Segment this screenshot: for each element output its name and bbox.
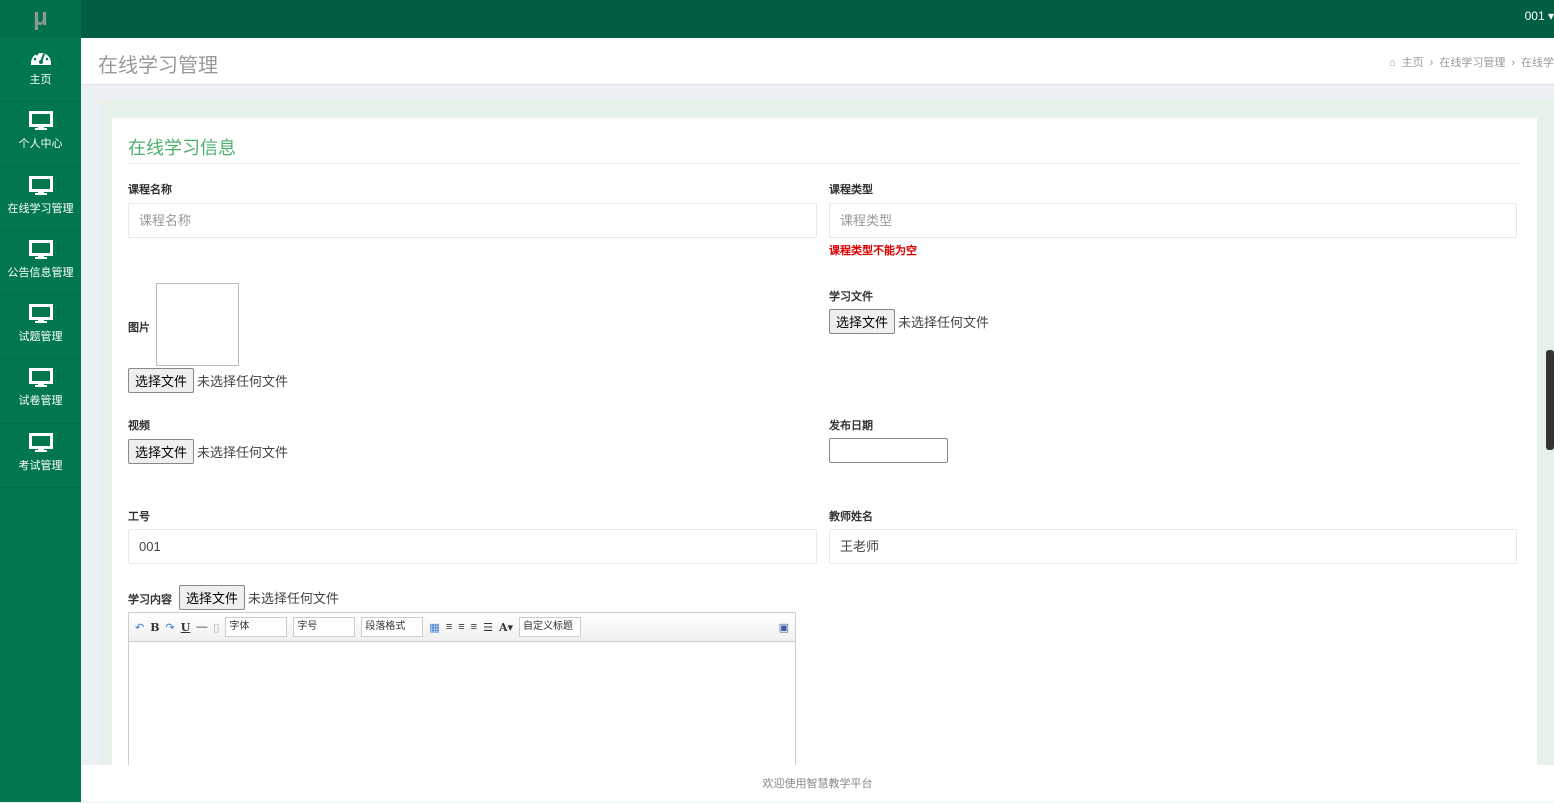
course-type-label: 课程类型 (829, 184, 873, 196)
job-no-input[interactable]: 001 (128, 529, 817, 564)
image-preview (156, 283, 239, 366)
horizontal-rule-icon[interactable]: — (196, 621, 207, 633)
form-title: 在线学习信息 (128, 138, 236, 158)
no-file-text: 未选择任何文件 (197, 374, 289, 389)
editor-toolbar: ↶ B ↷ U — ▯ 字体 字号 段落格式 ▦ ≡ ≡ ≡ ☰ A▾ 自定义标… (129, 613, 795, 642)
bold-icon[interactable]: B (150, 621, 159, 634)
sidebar-item-label: 考试管理 (18, 459, 63, 472)
monitor-icon (28, 175, 53, 195)
monitor-icon (28, 432, 53, 452)
choose-file-button[interactable]: 选择文件 (829, 309, 896, 334)
font-select[interactable]: 字体 (225, 617, 288, 637)
sidebar-item-online-learning[interactable]: 在线学习管理 (0, 167, 81, 231)
align-center-icon[interactable]: ≡ (471, 621, 477, 633)
sidebar-item-label: 主页 (29, 74, 52, 86)
publish-date-label: 发布日期 (829, 420, 873, 432)
top-bar: μ 001 ▾ (0, 0, 1554, 38)
monitor-icon (28, 304, 53, 324)
user-menu[interactable]: 001 ▾ (1525, 9, 1554, 23)
job-no-label: 工号 (128, 511, 150, 523)
sidebar-item-papers[interactable]: 试卷管理 (0, 359, 81, 424)
scrollbar[interactable] (1546, 350, 1554, 450)
breadcrumb-module[interactable]: 在线学习管理 (1439, 57, 1505, 69)
page-icon[interactable]: ▯ (213, 621, 219, 634)
footer: 欢迎使用智慧教学平台 (81, 765, 1554, 802)
justify-icon[interactable]: ☰ (483, 621, 493, 634)
form-card: 在线学习信息 课程名称 课程名称 课程类型 课程类型 课程类型不能为空 图片 选… (112, 118, 1537, 782)
course-name-label: 课程名称 (128, 184, 172, 196)
logo: μ (0, 0, 81, 38)
monitor-icon (28, 111, 53, 131)
monitor-icon (28, 239, 53, 259)
align-right-icon[interactable]: ≡ (458, 621, 464, 633)
image-file-input[interactable]: 选择文件 未选择任何文件 (128, 368, 288, 393)
image-label: 图片 (128, 322, 150, 334)
sidebar-item-notice[interactable]: 公告信息管理 (0, 231, 81, 296)
publish-date-input[interactable] (829, 438, 948, 463)
teacher-input[interactable]: 王老师 (829, 529, 1517, 564)
teacher-label: 教师姓名 (829, 511, 873, 523)
fullscreen-icon[interactable]: ▣ (779, 621, 789, 634)
paragraph-select[interactable]: 段落格式 (361, 617, 424, 637)
content-label: 学习内容 (128, 594, 172, 606)
table-icon[interactable]: ▦ (429, 621, 439, 634)
sidebar-item-home[interactable]: 主页 (0, 38, 81, 103)
breadcrumb-home[interactable]: 主页 (1402, 57, 1424, 69)
sidebar: 主页 个人中心 在线学习管理 公告信息管理 试题管理 试卷管理 考试管理 (0, 38, 81, 802)
video-file-input[interactable]: 选择文件 未选择任何文件 (128, 439, 288, 464)
redo-icon[interactable]: ↷ (166, 621, 175, 634)
breadcrumb: ⌂ 主页 › 在线学习管理 › 在线学 (1389, 57, 1554, 69)
underline-icon[interactable]: U (181, 621, 191, 634)
home-icon: ⌂ (1389, 57, 1396, 69)
choose-file-button[interactable]: 选择文件 (179, 585, 246, 610)
breadcrumb-current: 在线学 (1521, 57, 1554, 69)
no-file-text: 未选择任何文件 (197, 445, 289, 460)
course-name-input[interactable]: 课程名称 (128, 203, 817, 238)
divider (128, 163, 1520, 164)
choose-file-button[interactable]: 选择文件 (128, 368, 195, 393)
sidebar-item-label: 公告信息管理 (7, 266, 74, 279)
custom-title-select[interactable]: 自定义标题 (519, 617, 582, 637)
sidebar-item-profile[interactable]: 个人中心 (0, 102, 81, 167)
no-file-text: 未选择任何文件 (248, 591, 340, 606)
video-label: 视频 (128, 420, 150, 432)
sidebar-item-label: 试卷管理 (18, 395, 63, 408)
font-color-icon[interactable]: A▾ (499, 621, 513, 634)
dashboard-icon (30, 52, 51, 65)
size-select[interactable]: 字号 (293, 617, 356, 637)
monitor-icon (28, 368, 53, 388)
page-title: 在线学习管理 (98, 55, 218, 77)
no-file-text: 未选择任何文件 (898, 315, 990, 330)
page-header: 在线学习管理 ⌂ 主页 › 在线学习管理 › 在线学 (81, 38, 1554, 85)
sidebar-item-exams[interactable]: 考试管理 (0, 424, 81, 489)
course-type-error: 课程类型不能为空 (829, 245, 917, 257)
align-left-icon[interactable]: ≡ (446, 621, 452, 633)
sidebar-item-label: 个人中心 (18, 138, 63, 151)
course-type-input[interactable]: 课程类型 (829, 203, 1517, 238)
rich-text-editor: ↶ B ↷ U — ▯ 字体 字号 段落格式 ▦ ≡ ≡ ≡ ☰ A▾ 自定义标… (128, 612, 796, 782)
sidebar-item-label: 在线学习管理 (7, 202, 74, 215)
undo-icon[interactable]: ↶ (135, 621, 144, 634)
choose-file-button[interactable]: 选择文件 (128, 439, 195, 464)
sidebar-item-label: 试题管理 (18, 331, 63, 344)
study-file-label: 学习文件 (829, 291, 873, 303)
study-file-input[interactable]: 选择文件 未选择任何文件 (829, 309, 989, 334)
sidebar-item-questions[interactable]: 试题管理 (0, 295, 81, 360)
content-file-input[interactable]: 选择文件 未选择任何文件 (179, 585, 339, 610)
